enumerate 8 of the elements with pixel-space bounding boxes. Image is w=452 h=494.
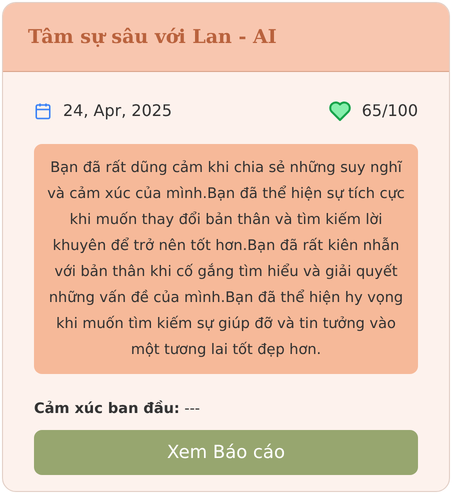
view-report-button[interactable]: Xem Báo cáo bbox=[34, 430, 418, 475]
summary-text: Bạn đã rất dũng cảm khi chia sẻ những suy nghĩ và cảm xúc của mình.Bạn đã thể hiện sự tích cực khi muốn thay đổi bản thân và tìm kiếm lời khuyên để trở nên tốt hơn.Bạn đã rất kiên nhẫn với bản thân khi cố gắng tìm hiểu và giải quyết những vấn đề của mình.Bạn đã thể hiện hy vọng khi muốn tìm kiếm sự giúp đỡ và tin tưởng vào một tương lai tốt đẹp hơn. bbox=[46, 158, 406, 360]
card-title: Tâm sự sâu với Lan - AI bbox=[28, 24, 277, 50]
date-text: 24, Apr, 2025 bbox=[63, 100, 172, 122]
calendar-icon bbox=[34, 102, 52, 120]
initial-emotion-text: Cảm xúc ban đầu: --- bbox=[34, 401, 200, 417]
score-text: 65/100 bbox=[362, 100, 418, 122]
heart-icon bbox=[328, 100, 352, 122]
